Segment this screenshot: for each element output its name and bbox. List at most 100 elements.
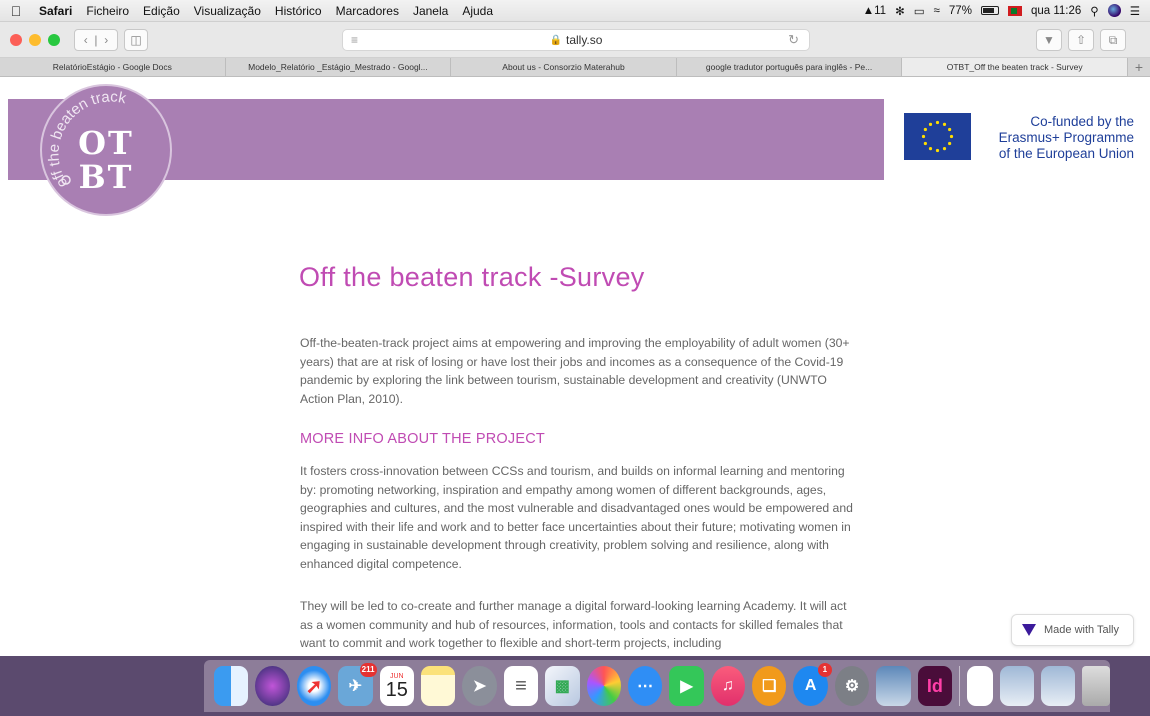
logo-ot: OT bbox=[78, 124, 134, 162]
menu-ficheiro[interactable]: Ficheiro bbox=[79, 4, 136, 18]
eu-line-1: Co-funded by the bbox=[1030, 114, 1134, 129]
screenshot-stack-2-icon[interactable] bbox=[1041, 666, 1076, 706]
eu-star bbox=[942, 147, 947, 151]
reader-icon[interactable]: ≡ bbox=[351, 33, 358, 47]
tab-bar: RelatórioEstágio - Google Docs Modelo_Re… bbox=[0, 58, 1150, 77]
photos-badge: 211 bbox=[359, 663, 377, 677]
eu-star bbox=[942, 122, 947, 126]
section-heading: MORE INFO ABOUT THE PROJECT bbox=[300, 431, 545, 447]
project-paragraph: It fosters cross-innovation between CCSs… bbox=[300, 464, 853, 571]
screenshot-stack-1-icon[interactable] bbox=[999, 666, 1035, 706]
photos-icon[interactable] bbox=[586, 666, 621, 706]
safari-icon[interactable]: ➚ bbox=[296, 666, 332, 706]
battery-percent[interactable]: 77% bbox=[949, 5, 972, 17]
eu-star bbox=[923, 127, 927, 132]
academy-paragraph: They will be led to co-create and furthe… bbox=[300, 599, 847, 650]
clock[interactable]: qua 11:26 bbox=[1031, 5, 1081, 17]
eu-cofunded-text: Co-funded by the Erasmus+ Programme of t… bbox=[978, 114, 1134, 162]
menu-ajuda[interactable]: Ajuda bbox=[455, 4, 500, 18]
bluetooth-icon[interactable]: ✻ bbox=[895, 4, 905, 18]
menu-marcadores[interactable]: Marcadores bbox=[329, 4, 406, 18]
eu-flag-icon bbox=[904, 113, 971, 160]
tab-relatorio-estagio[interactable]: RelatórioEstágio - Google Docs bbox=[0, 58, 226, 76]
finder-icon[interactable] bbox=[214, 666, 249, 706]
eu-star bbox=[935, 148, 940, 153]
app-store-icon[interactable]: 1A bbox=[793, 663, 832, 706]
books-icon[interactable]: ❏ bbox=[752, 666, 787, 706]
status-area: ▲11 ✻ ▭ ≈ 77% qua 11:26 ⚲ ☰ bbox=[863, 4, 1150, 18]
close-window-button[interactable] bbox=[10, 33, 22, 46]
spotlight-search-icon[interactable]: ⚲ bbox=[1090, 4, 1098, 18]
notification-center-icon[interactable]: ☰ bbox=[1130, 4, 1140, 18]
eu-star bbox=[949, 134, 954, 139]
back-forward-buttons[interactable]: ‹ | › bbox=[74, 28, 118, 51]
dock-separator bbox=[959, 666, 960, 706]
page-title: Off the beaten track -Survey bbox=[299, 262, 645, 292]
tab-otbt-survey[interactable]: OTBT_Off the beaten track - Survey bbox=[902, 58, 1128, 76]
document-icon[interactable] bbox=[966, 666, 993, 706]
launchpad-icon[interactable]: ➤ bbox=[462, 666, 497, 706]
tab-about-us[interactable]: About us - Consorzio Materahub bbox=[451, 58, 677, 76]
wifi-icon[interactable]: ≈ bbox=[934, 5, 940, 17]
trash-icon[interactable] bbox=[1082, 666, 1110, 706]
tally-logo-icon bbox=[1022, 624, 1036, 636]
tab-overview-icon[interactable]: ⧉ bbox=[1100, 29, 1126, 51]
safari-toolbar: ‹ | › ◫ ≡ 🔒 tally.so ↻ ▼ ⇧ ⧉ bbox=[0, 22, 1150, 58]
calendar-icon[interactable]: JUN 15 bbox=[379, 666, 414, 706]
reload-icon[interactable]: ↻ bbox=[788, 32, 799, 48]
eu-star bbox=[948, 141, 952, 146]
reminders-icon[interactable]: ≡ bbox=[503, 666, 539, 706]
minimize-window-button[interactable] bbox=[29, 33, 41, 46]
eu-star bbox=[948, 127, 952, 132]
tab-google-tradutor[interactable]: google tradutor português para inglês - … bbox=[677, 58, 903, 76]
messages-icon[interactable]: ⋯ bbox=[627, 666, 663, 706]
siri-icon[interactable] bbox=[1107, 4, 1121, 17]
window-controls bbox=[0, 33, 60, 46]
indesign-icon[interactable]: Id bbox=[917, 666, 953, 706]
menu-janela[interactable]: Janela bbox=[406, 4, 455, 18]
notes-icon[interactable] bbox=[420, 666, 456, 706]
url-text: tally.so bbox=[565, 33, 603, 47]
lock-icon: 🔒 bbox=[549, 34, 562, 46]
logo-bt: BT bbox=[78, 158, 134, 196]
apple-menu-icon[interactable]:  bbox=[0, 3, 32, 19]
menu-edicao[interactable]: Edição bbox=[136, 4, 187, 18]
share-icon[interactable]: ⇧ bbox=[1068, 29, 1094, 51]
system-preferences-icon[interactable]: ⚙ bbox=[834, 666, 870, 706]
eu-line-3: of the European Union bbox=[998, 146, 1134, 161]
airplay-icon[interactable]: ▭ bbox=[914, 4, 925, 18]
zoom-window-button[interactable] bbox=[48, 33, 60, 46]
menu-visualizacao[interactable]: Visualização bbox=[187, 4, 268, 18]
otbt-logo: off the beaten track OT BT bbox=[40, 84, 172, 216]
eu-line-2: Erasmus+ Programme bbox=[998, 130, 1134, 145]
eu-star bbox=[921, 134, 926, 139]
eu-star bbox=[923, 141, 927, 146]
made-with-tally-label: Made with Tally bbox=[1044, 624, 1119, 636]
appstore-badge: 1 bbox=[817, 663, 832, 677]
input-source-icon[interactable]: ▲11 bbox=[863, 5, 886, 17]
made-with-tally-button[interactable]: Made with Tally bbox=[1011, 614, 1134, 646]
music-icon[interactable]: ♫ bbox=[710, 666, 746, 706]
new-tab-button[interactable]: + bbox=[1128, 58, 1150, 76]
image-capture-icon[interactable] bbox=[876, 666, 911, 706]
photos-mail-icon[interactable]: 211 ✈ bbox=[338, 663, 377, 706]
downloads-icon[interactable]: ▼ bbox=[1036, 29, 1062, 51]
dock: ➚ 211 ✈ JUN 15 ➤ ≡ ▩ ⋯ ▶ ♫ ❏ 1A ⚙ Id bbox=[204, 660, 1110, 712]
portugal-flag-icon[interactable] bbox=[1007, 5, 1022, 16]
siri-dock-icon[interactable] bbox=[255, 666, 290, 706]
preview-icon[interactable]: ▩ bbox=[545, 666, 580, 706]
input-source-label: 11 bbox=[874, 4, 887, 17]
eu-stars bbox=[921, 120, 954, 153]
eu-star bbox=[928, 122, 933, 126]
intro-paragraph: Off-the-beaten-track project aims at emp… bbox=[300, 336, 850, 406]
sidebar-toggle-icon[interactable]: ◫ bbox=[124, 28, 148, 51]
facetime-icon[interactable]: ▶ bbox=[669, 666, 704, 706]
tab-modelo-relatorio[interactable]: Modelo_Relatório _Estágio_Mestrado - Goo… bbox=[226, 58, 452, 76]
battery-icon[interactable] bbox=[980, 6, 999, 15]
eu-star bbox=[928, 147, 933, 151]
menu-safari[interactable]: Safari bbox=[32, 4, 79, 18]
macos-menubar:  Safari Ficheiro Edição Visualização Hi… bbox=[0, 0, 1150, 22]
menu-historico[interactable]: Histórico bbox=[268, 4, 329, 18]
eu-star bbox=[935, 120, 940, 125]
address-bar[interactable]: ≡ 🔒 tally.so ↻ bbox=[342, 29, 810, 51]
